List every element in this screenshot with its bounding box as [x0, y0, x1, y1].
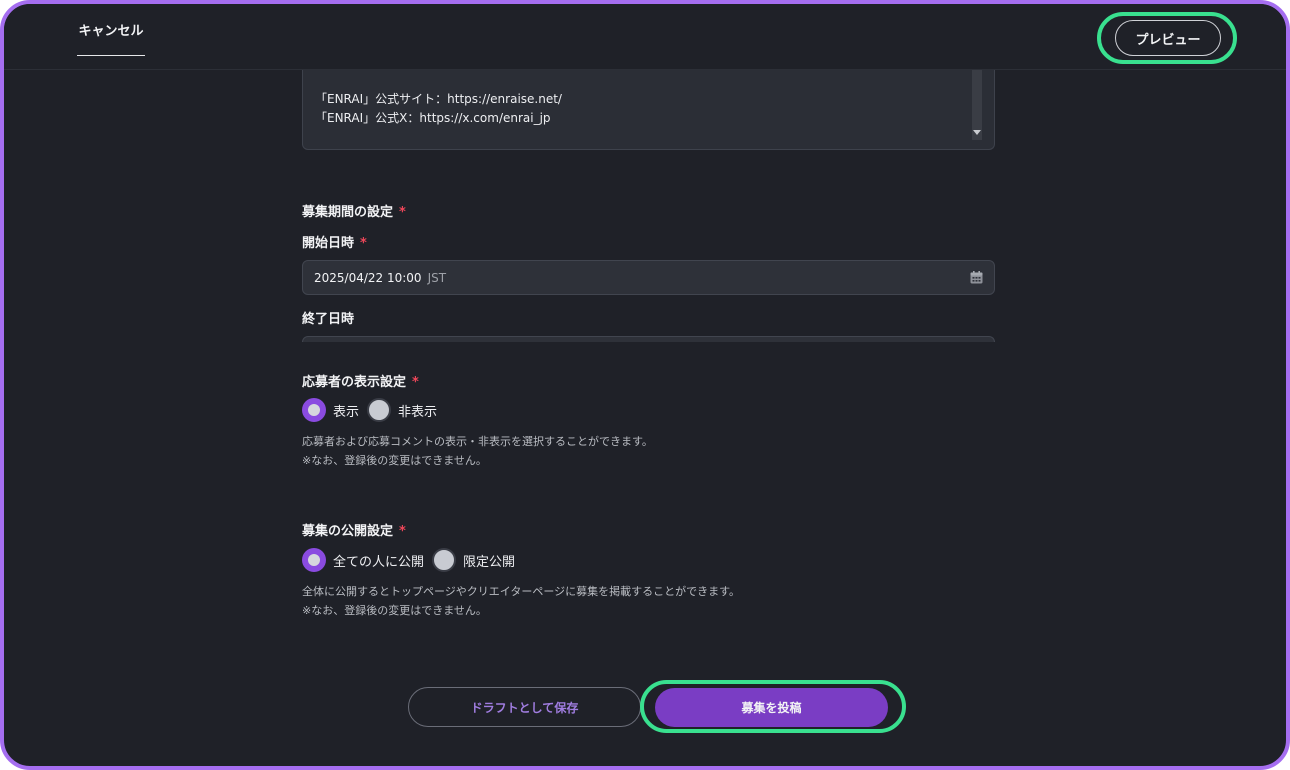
radio-public[interactable]: [302, 548, 326, 572]
required-mark: *: [360, 236, 367, 251]
description-line: 「ENRAI」公式サイト：https://enraise.net/: [315, 92, 562, 106]
preview-button[interactable]: プレビュー: [1115, 20, 1221, 56]
calendar-icon[interactable]: [970, 271, 983, 284]
radio-hide[interactable]: [367, 398, 392, 422]
visibility-radio-group: 全ての人に公開 限定公開: [302, 548, 523, 572]
applicant-display-text: 応募者の表示設定: [302, 375, 407, 390]
end-date-label: 終了日時: [302, 312, 355, 327]
visibility-text: 募集の公開設定: [302, 524, 394, 539]
start-date-text: 開始日時: [302, 236, 355, 251]
start-date-input[interactable]: 2025/04/22 10:00 JST: [302, 260, 995, 295]
scroll-down-arrow-icon[interactable]: [973, 130, 981, 135]
help-line: 全体に公開するとトップページやクリエイターページに募集を掲載することができます。: [302, 585, 741, 598]
start-date-label: 開始日時 *: [302, 232, 367, 251]
help-line: 応募者および応募コメントの表示・非表示を選択することができます。: [302, 435, 653, 448]
radio-public-label[interactable]: 全ての人に公開: [333, 551, 424, 570]
timezone-label: JST: [427, 270, 447, 285]
required-mark: *: [399, 524, 406, 539]
applicant-display-label: 応募者の表示設定 *: [302, 371, 419, 390]
visibility-label: 募集の公開設定 *: [302, 520, 406, 539]
radio-limited[interactable]: [432, 548, 457, 572]
start-date-value: 2025/04/22 10:00: [314, 270, 422, 285]
radio-show-label[interactable]: 表示: [333, 401, 359, 420]
help-line: ※なお、登録後の変更はできません。: [302, 454, 487, 467]
period-section-text: 募集期間の設定: [302, 205, 394, 220]
description-line: 「ENRAI」公式X：https://x.com/enrai_jp: [315, 111, 551, 125]
post-recruitment-button[interactable]: 募集を投稿: [655, 688, 888, 727]
top-bar: キャンセル プレビュー: [4, 4, 1286, 70]
save-draft-button[interactable]: ドラフトとして保存: [408, 687, 641, 727]
radio-hide-label[interactable]: 非表示: [398, 401, 437, 420]
end-date-input[interactable]: [302, 336, 995, 342]
radio-show[interactable]: [302, 398, 326, 422]
required-mark: *: [399, 205, 406, 220]
app-frame: キャンセル プレビュー 「ENRAI」公式サイト：https://enraise…: [0, 0, 1290, 770]
description-textarea[interactable]: 「ENRAI」公式サイト：https://enraise.net/ 「ENRAI…: [302, 70, 995, 150]
applicant-display-help: 応募者および応募コメントの表示・非表示を選択することができます。 ※なお、登録後…: [302, 432, 653, 470]
applicant-display-radio-group: 表示 非表示: [302, 398, 445, 422]
period-section-label: 募集期間の設定 *: [302, 201, 406, 220]
required-mark: *: [412, 375, 419, 390]
radio-limited-label[interactable]: 限定公開: [463, 551, 515, 570]
help-line: ※なお、登録後の変更はできません。: [302, 604, 487, 617]
visibility-help: 全体に公開するとトップページやクリエイターページに募集を掲載することができます。…: [302, 582, 740, 620]
cancel-tab[interactable]: キャンセル: [77, 4, 145, 56]
